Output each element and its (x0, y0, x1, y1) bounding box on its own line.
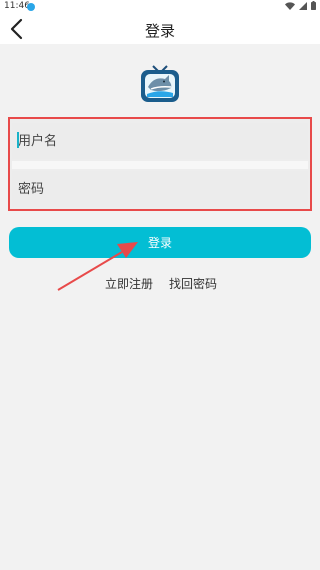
register-link[interactable]: 立即注册 (105, 275, 153, 292)
wifi-icon (285, 1, 295, 10)
account-links: 立即注册 找回密码 (0, 275, 320, 293)
field-divider (12, 161, 308, 169)
login-button[interactable]: 登录 (9, 227, 311, 258)
username-input[interactable] (12, 123, 308, 159)
title-bar: 登录 (0, 14, 320, 44)
notification-badge-icon (27, 3, 35, 11)
password-input[interactable] (12, 171, 308, 207)
forgot-password-link[interactable]: 找回密码 (169, 275, 217, 292)
status-icons (285, 1, 316, 10)
text-cursor (17, 132, 19, 148)
shark-tv-logo-icon (141, 65, 179, 102)
signal-icon (299, 1, 307, 10)
page-title: 登录 (144, 22, 175, 40)
battery-icon (311, 1, 316, 10)
login-form-highlight (8, 117, 312, 211)
status-bar: 11:46 (0, 0, 320, 14)
